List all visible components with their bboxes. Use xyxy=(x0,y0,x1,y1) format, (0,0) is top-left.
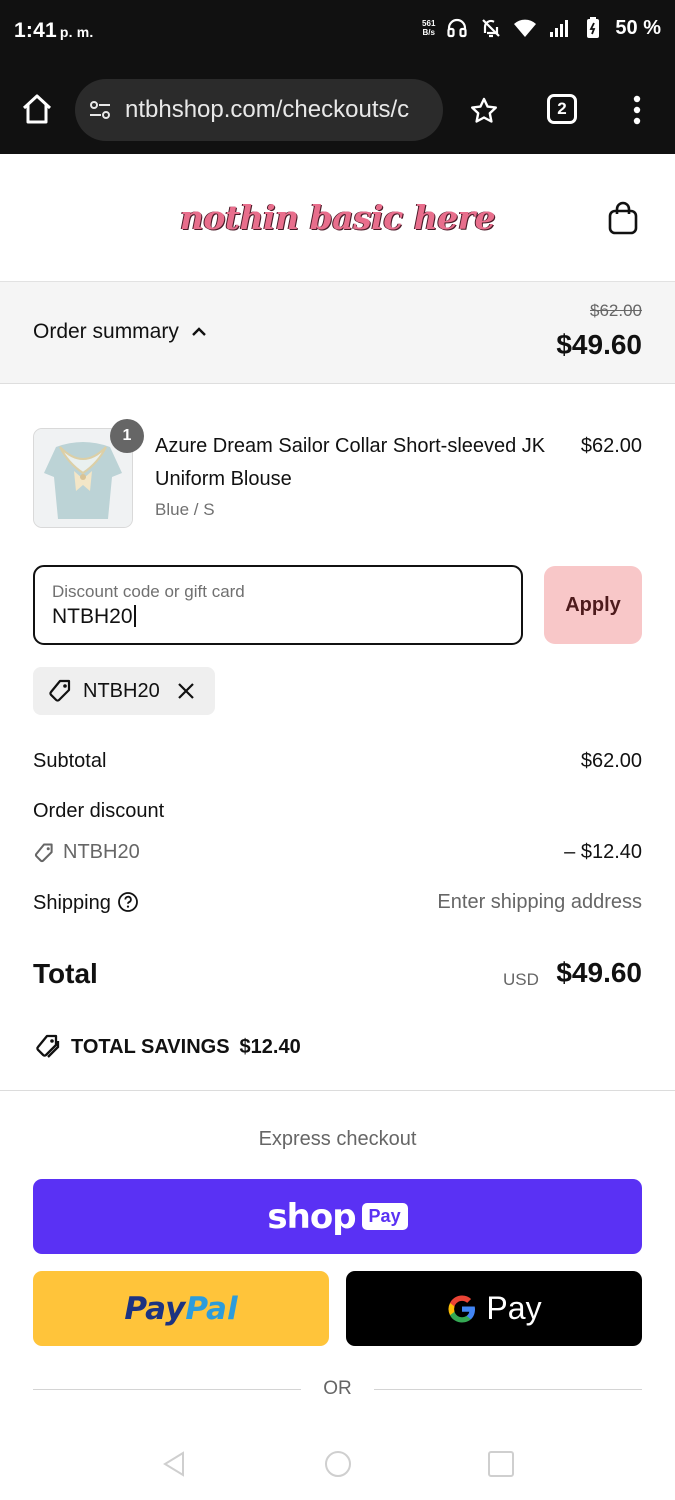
discount-field-label: Discount code or gift card xyxy=(52,582,245,601)
line-item: 1 Azure Dream Sailor Collar Short-sleeve… xyxy=(33,419,642,528)
original-price: $62.00 xyxy=(590,301,642,320)
section-divider xyxy=(0,1090,675,1091)
discount-code-text: NTBH20 xyxy=(63,841,140,863)
home-icon[interactable] xyxy=(20,92,54,126)
status-time: 1:41 p. m. xyxy=(14,19,94,42)
google-g-icon xyxy=(448,1294,476,1323)
tab-switcher-button[interactable]: 2 xyxy=(547,94,577,124)
product-name: Azure Dream Sailor Collar Short-sleeved … xyxy=(155,435,546,490)
discount-code-input[interactable]: Discount code or gift card NTBH20 xyxy=(33,565,523,645)
shipping-label: Shipping xyxy=(33,892,111,914)
shipping-value: Enter shipping address xyxy=(437,891,642,913)
applied-discount-code: NTBH20 xyxy=(83,679,160,702)
subtotal-row: Subtotal $62.00 xyxy=(33,750,642,773)
product-price: $62.00 xyxy=(580,435,642,457)
order-summary-label[interactable]: Order summary xyxy=(33,320,207,344)
tag-icon xyxy=(34,843,53,862)
shipping-row: Shipping Enter shipping address xyxy=(33,891,642,915)
product-variant: Blue / S xyxy=(155,500,215,519)
apply-discount-button[interactable]: Apply xyxy=(544,566,642,644)
order-discount-row: Order discount xyxy=(33,800,642,823)
shop-logo[interactable]: nothin basic here xyxy=(150,198,525,237)
bell-off-icon xyxy=(482,19,501,38)
android-nav-bar xyxy=(0,1425,675,1500)
recents-icon[interactable] xyxy=(487,1450,515,1478)
discount-code-row: NTBH20 – $12.40 xyxy=(33,841,642,864)
total-savings: TOTAL SAVINGS $12.40 xyxy=(33,1033,301,1061)
paypal-button[interactable]: Pay Pal xyxy=(33,1271,329,1346)
discount-field-value[interactable]: NTBH20 xyxy=(52,605,136,629)
help-icon[interactable] xyxy=(117,891,139,913)
shop-pay-wordmark: shop xyxy=(267,1196,356,1237)
google-pay-wordmark: Pay xyxy=(486,1290,542,1326)
subtotal-label: Subtotal xyxy=(33,750,107,772)
battery-icon xyxy=(587,17,600,38)
remove-discount-icon[interactable] xyxy=(176,681,196,701)
status-bar: 1:41 p. m. 561 B/s 50 % xyxy=(0,0,675,64)
chevron-up-icon xyxy=(192,327,206,336)
more-menu-icon[interactable] xyxy=(633,95,641,125)
order-discount-label: Order discount xyxy=(33,800,165,822)
network-speed: 561 B/s xyxy=(422,19,436,37)
total-label: Total xyxy=(33,958,98,989)
google-pay-button[interactable]: Pay xyxy=(346,1271,642,1346)
battery-level: 50 % xyxy=(615,16,661,39)
savings-label: TOTAL SAVINGS xyxy=(71,1035,230,1058)
savings-value: $12.40 xyxy=(239,1035,301,1058)
address-bar[interactable]: ntbhshop.com/checkouts/c xyxy=(75,79,443,141)
summary-total-price: $49.60 xyxy=(556,329,642,360)
shop-header: nothin basic here xyxy=(0,154,675,282)
or-line-right xyxy=(374,1389,642,1390)
text-caret xyxy=(133,605,136,627)
applied-discount-chip: NTBH20 xyxy=(33,667,215,715)
shop-pay-button[interactable]: shop Pay xyxy=(33,1179,642,1254)
shop-pay-badge: Pay xyxy=(361,1203,408,1230)
site-settings-icon[interactable] xyxy=(87,97,113,123)
headset-icon xyxy=(447,18,468,38)
discount-amount: – $12.40 xyxy=(564,841,642,863)
total-value: $49.60 xyxy=(556,957,642,988)
shopping-bag-icon[interactable] xyxy=(606,200,640,236)
browser-toolbar: ntbhshop.com/checkouts/c 2 xyxy=(0,64,675,154)
order-summary-toggle[interactable]: Order summary $62.00 $49.60 xyxy=(0,282,675,384)
home-nav-icon[interactable] xyxy=(324,1450,352,1478)
url-text: ntbhshop.com/checkouts/c xyxy=(125,96,410,123)
product-thumbnail: 1 xyxy=(33,419,144,528)
discount-code-line: NTBH20 xyxy=(33,841,642,864)
status-icons: 561 B/s 50 % xyxy=(422,16,661,40)
tag-icon xyxy=(49,679,71,702)
express-checkout-label: Express checkout xyxy=(258,1128,417,1150)
subtotal-value: $62.00 xyxy=(580,750,642,772)
total-currency: USD xyxy=(503,970,539,989)
tags-icon xyxy=(36,1034,60,1058)
back-icon[interactable] xyxy=(160,1450,188,1478)
or-separator: OR xyxy=(33,1376,642,1402)
bookmark-star-icon[interactable] xyxy=(469,96,499,126)
signal-icon xyxy=(550,20,569,37)
quantity-badge: 1 xyxy=(110,419,144,453)
wifi-icon xyxy=(514,19,537,37)
